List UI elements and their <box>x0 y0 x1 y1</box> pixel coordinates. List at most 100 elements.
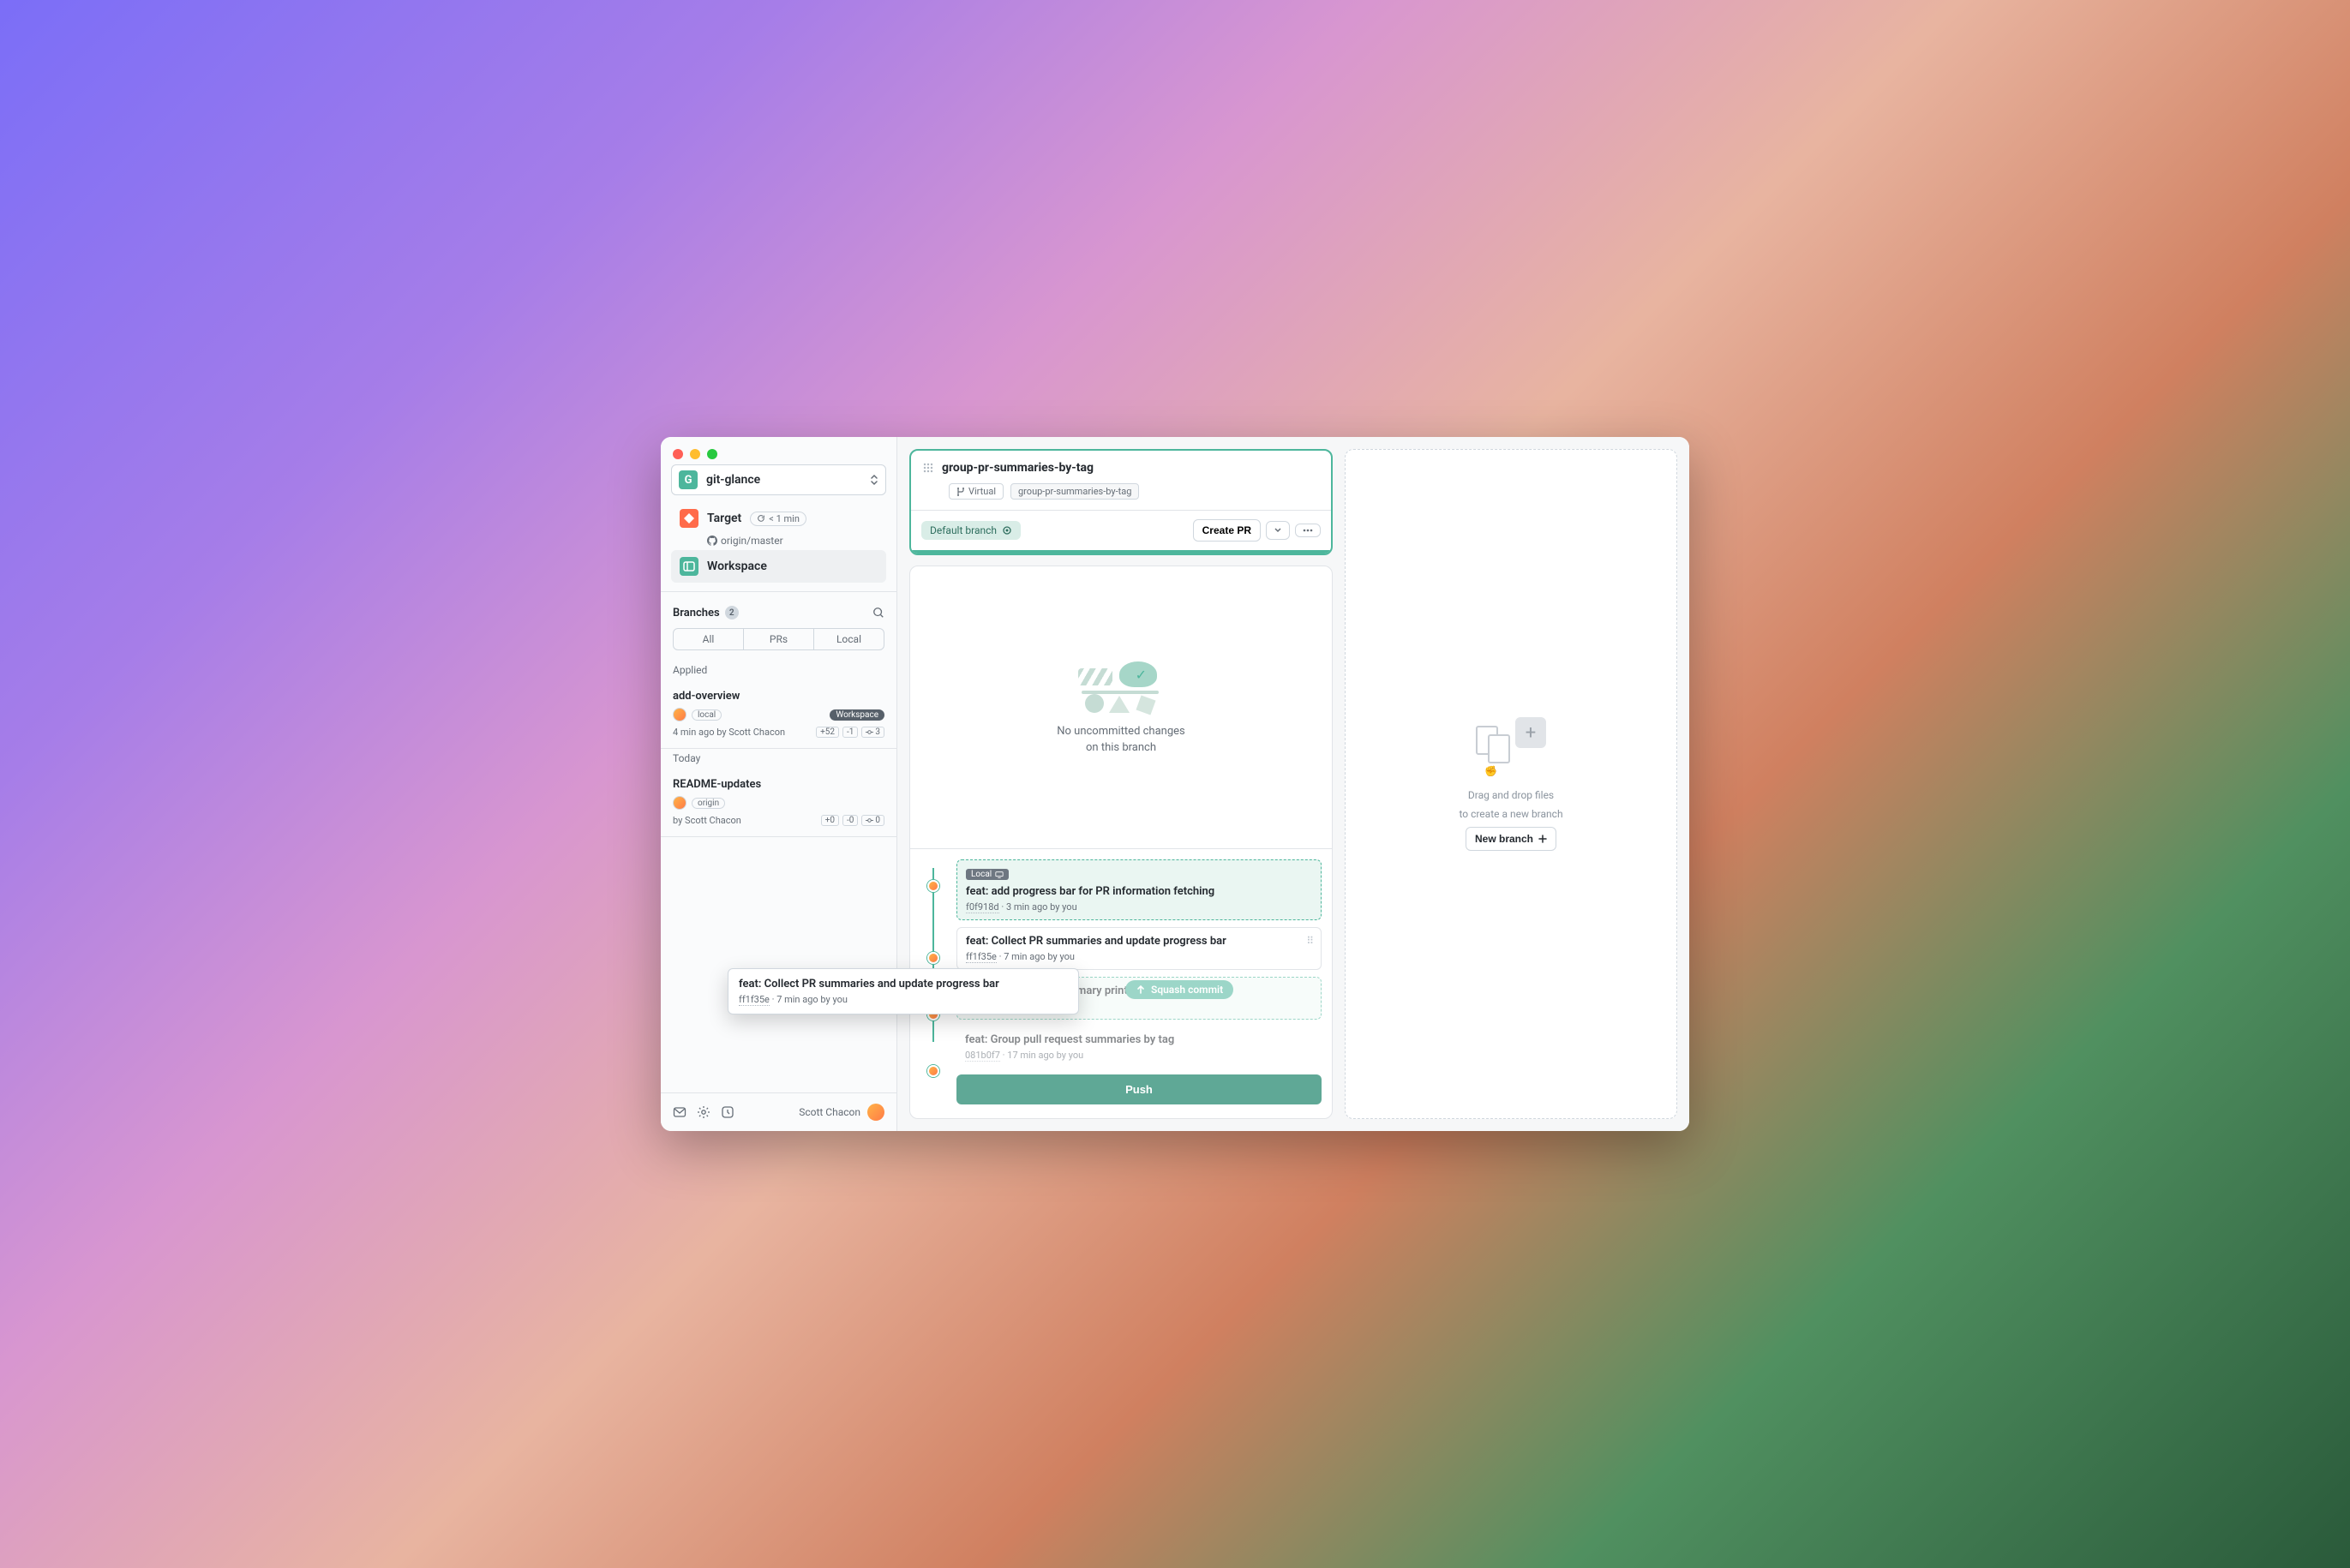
commit-title: feat: Collect PR summaries and update pr… <box>739 978 1068 990</box>
project-selector[interactable]: G git-glance <box>671 464 886 495</box>
project-name: git-glance <box>706 473 861 487</box>
nav-workspace[interactable]: Workspace <box>671 550 886 583</box>
branch-sub: by Scott Chacon +0 -0 0 <box>673 815 884 826</box>
branches-header: Branches 2 <box>661 591 896 628</box>
commit-card[interactable]: ⠿ feat: Collect PR summaries and update … <box>956 927 1322 970</box>
nav-rows: Target < 1 min origin/master Workspace <box>661 502 896 591</box>
tab-local[interactable]: Local <box>814 629 884 649</box>
sidebar-footer: Scott Chacon <box>661 1092 896 1131</box>
branch-icon <box>956 488 965 496</box>
empty-state: ✓ No uncommitted changes on this branch <box>910 566 1332 848</box>
tab-all[interactable]: All <box>674 629 744 649</box>
tab-prs[interactable]: PRs <box>744 629 814 649</box>
deletions-chip: -0 <box>842 815 858 826</box>
commit-card[interactable]: Local feat: add progress bar for PR info… <box>956 859 1322 920</box>
app-window: G git-glance Target < 1 min <box>661 437 1689 1131</box>
commit-card[interactable]: feat: Group pull request summaries by ta… <box>956 1026 1322 1068</box>
branch-card-readme-updates[interactable]: README-updates origin by Scott Chacon +0… <box>661 771 896 837</box>
lane-body: ✓ No uncommitted changes on this branch <box>909 566 1333 1119</box>
sync-time-pill: < 1 min <box>750 512 806 526</box>
nav-target[interactable]: Target < 1 min <box>671 502 886 535</box>
branch-tag-local: local <box>692 709 722 721</box>
drag-handle-icon[interactable] <box>923 463 933 473</box>
commit-meta: ff1f35e · 7 min ago by you <box>739 994 1068 1005</box>
branch-lane: group-pr-summaries-by-tag Virtual group-… <box>909 449 1333 1119</box>
commit-icon <box>866 817 873 824</box>
chevron-updown-icon <box>870 474 878 486</box>
lane-title: group-pr-summaries-by-tag <box>942 461 1094 475</box>
footer-icons <box>673 1105 734 1119</box>
commits-chip: 0 <box>861 815 884 826</box>
app-body: G git-glance Target < 1 min <box>661 437 1689 1131</box>
empty-illustration: ✓ <box>1078 661 1164 713</box>
branch-name: README-updates <box>673 778 884 791</box>
new-branch-drop-zone[interactable]: + ✊ Drag and drop files to create a new … <box>1345 449 1677 1119</box>
avatar <box>673 796 686 810</box>
empty-line2: on this branch <box>1086 741 1156 754</box>
dragging-commit-card[interactable]: feat: Collect PR summaries and update pr… <box>728 968 1079 1014</box>
footer-user[interactable]: Scott Chacon <box>799 1104 884 1121</box>
nav-target-label: Target <box>707 512 741 525</box>
commit-title: feat: Collect PR summaries and update pr… <box>966 935 1312 948</box>
squash-commit-pill: Squash commit <box>1125 980 1233 999</box>
arrow-up-icon <box>1136 984 1146 995</box>
sidebar-top: G git-glance <box>661 437 896 502</box>
branch-tag-origin: origin <box>692 798 725 809</box>
mail-icon[interactable] <box>673 1105 686 1119</box>
commit-title: feat: Group pull request summaries by ta… <box>965 1033 1313 1046</box>
avatar <box>867 1104 884 1121</box>
create-pr-button[interactable]: Create PR <box>1193 519 1261 542</box>
branch-filter-tabs: All PRs Local <box>673 628 884 650</box>
commit-meta: ff1f35e · 7 min ago by you <box>966 951 1312 962</box>
project-icon: G <box>679 470 698 489</box>
close-icon[interactable] <box>673 449 683 459</box>
commit-icon <box>866 728 873 736</box>
drop-line1: Drag and drop files <box>1468 789 1554 801</box>
branch-name-tag: group-pr-summaries-by-tag <box>1010 483 1139 500</box>
monitor-icon <box>995 871 1004 879</box>
group-today: Today <box>661 749 896 771</box>
gear-icon[interactable] <box>697 1105 710 1119</box>
drag-grip-icon[interactable]: ⠿ <box>1306 935 1314 947</box>
branch-sub: 4 min ago by Scott Chacon +52 -1 3 <box>673 727 884 738</box>
branch-meta: origin <box>673 796 884 810</box>
workspace-icon <box>680 557 698 576</box>
local-badge: Local <box>966 869 1009 880</box>
kebab-icon[interactable] <box>1295 524 1321 537</box>
minimize-icon[interactable] <box>690 449 700 459</box>
target-small-icon <box>1002 525 1012 536</box>
avatar <box>673 708 686 721</box>
empty-line1: No uncommitted changes <box>1057 725 1185 738</box>
traffic-lights <box>673 449 717 459</box>
additions-chip: +0 <box>821 815 839 826</box>
new-branch-button[interactable]: New branch <box>1466 827 1556 851</box>
push-button[interactable]: Push <box>956 1074 1322 1104</box>
refresh-icon <box>757 514 765 523</box>
group-applied: Applied <box>661 661 896 683</box>
commit-title: feat: add progress bar for PR informatio… <box>966 885 1312 898</box>
branch-meta: local Workspace <box>673 708 884 721</box>
branch-card-add-overview[interactable]: add-overview local Workspace 4 min ago b… <box>661 683 896 749</box>
default-branch-chip[interactable]: Default branch <box>921 521 1021 540</box>
branches-title: Branches 2 <box>673 606 739 619</box>
maximize-icon[interactable] <box>707 449 717 459</box>
workspace-badge: Workspace <box>830 709 884 721</box>
commit-meta: f0f918d · 3 min ago by you <box>966 901 1312 913</box>
github-icon <box>707 536 717 546</box>
search-icon[interactable] <box>872 607 884 619</box>
main-area: group-pr-summaries-by-tag Virtual group-… <box>897 437 1689 1131</box>
branch-name: add-overview <box>673 690 884 703</box>
nav-workspace-label: Workspace <box>707 560 767 573</box>
deletions-chip: -1 <box>842 727 858 738</box>
drop-illustration: + ✊ <box>1472 717 1550 777</box>
target-icon <box>680 509 698 528</box>
branches-count: 2 <box>725 606 739 619</box>
nav-target-sub: origin/master <box>671 535 886 547</box>
history-icon[interactable] <box>721 1105 734 1119</box>
chevron-down-icon[interactable] <box>1266 521 1290 540</box>
sidebar: G git-glance Target < 1 min <box>661 437 897 1131</box>
lane-header: group-pr-summaries-by-tag Virtual group-… <box>909 449 1333 555</box>
commits-chip: 3 <box>861 727 884 738</box>
plus-icon <box>1538 835 1547 843</box>
drop-line2: to create a new branch <box>1459 808 1562 820</box>
